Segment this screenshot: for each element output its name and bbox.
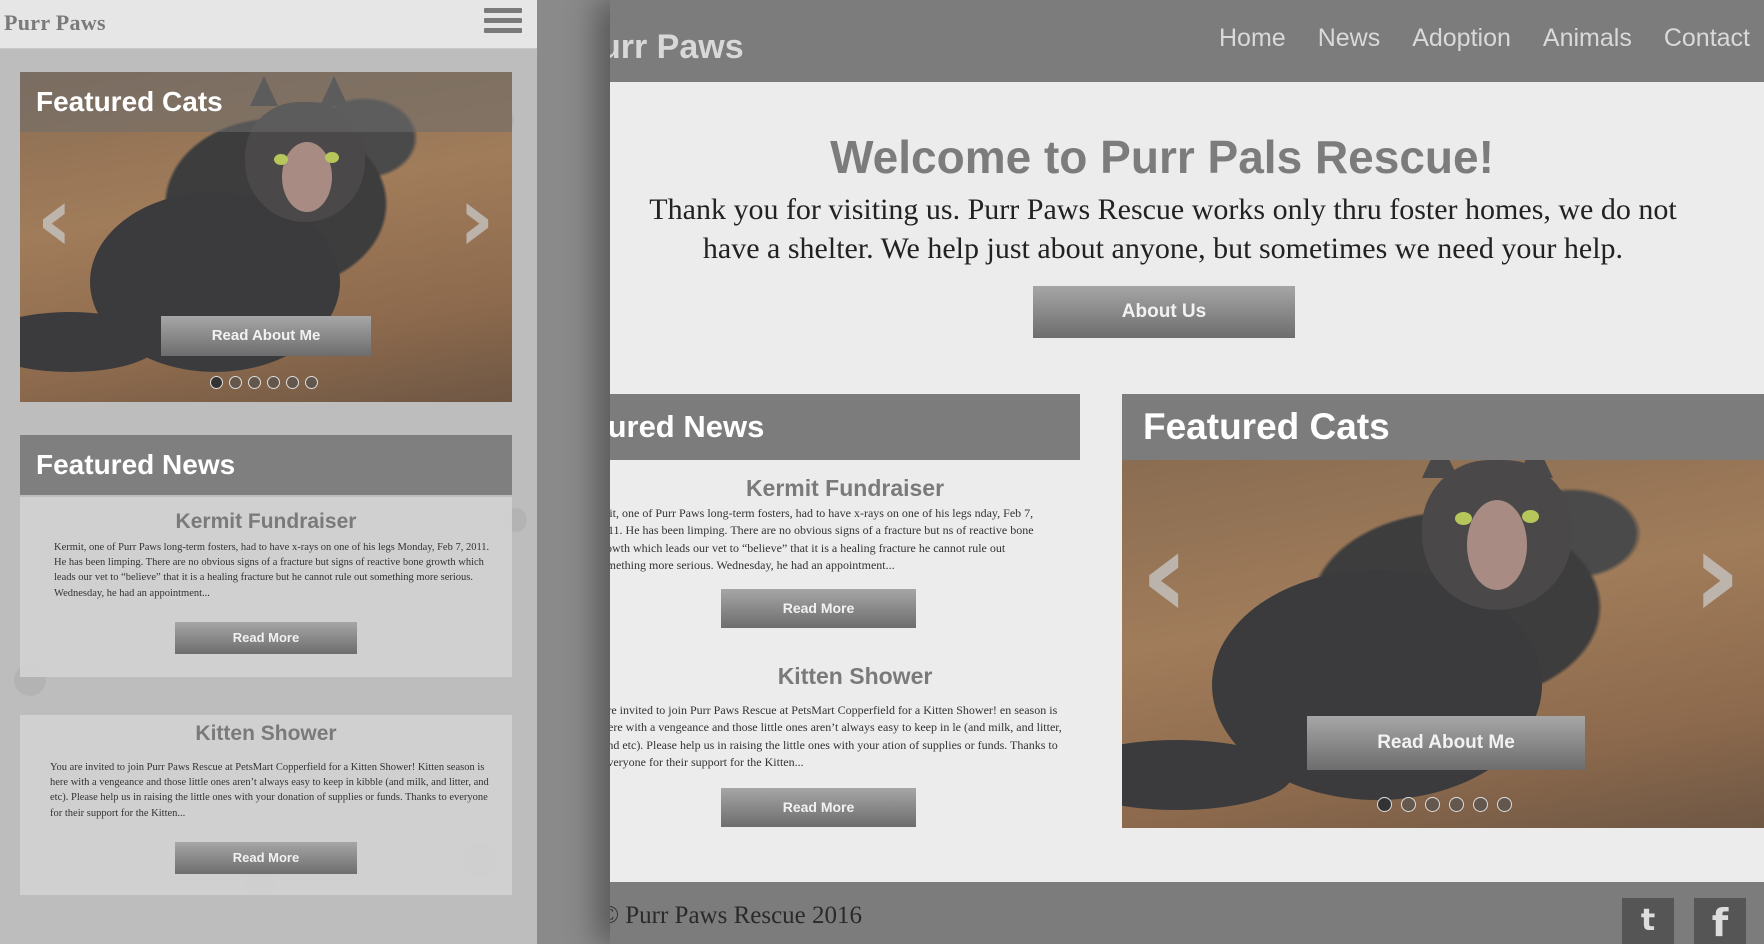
desktop-logo[interactable]: urr Paws xyxy=(610,28,744,67)
carousel-next-arrow-icon[interactable]: › xyxy=(1692,506,1741,645)
desktop-header: urr Paws Home News Adoption Animals Cont… xyxy=(610,0,1764,82)
news-excerpt: You are invited to join Purr Paws Rescue… xyxy=(50,762,489,819)
intro-text: Thank you for visiting us. Purr Paws Res… xyxy=(649,193,1677,265)
mobile-news-card: Kermit Fundraiser Kermit, one of Purr Pa… xyxy=(20,497,512,677)
hamburger-menu-icon[interactable] xyxy=(484,8,522,36)
nav-animals[interactable]: Animals xyxy=(1543,24,1632,53)
mobile-cats-title: Featured Cats xyxy=(20,72,512,132)
mobile-news-card: Kitten Shower You are invited to join Pu… xyxy=(20,715,512,895)
carousel-dot[interactable] xyxy=(1425,797,1440,812)
desktop-cats-title: Featured Cats xyxy=(1122,394,1764,460)
read-more-button[interactable]: Read More xyxy=(721,589,916,628)
facebook-icon[interactable]: f xyxy=(1694,898,1746,944)
mobile-header: Purr Paws xyxy=(0,0,537,49)
carousel-dot[interactable] xyxy=(1473,797,1488,812)
carousel-dot[interactable] xyxy=(248,376,261,389)
read-about-me-button[interactable]: Read About Me xyxy=(1307,716,1585,770)
nav-home[interactable]: Home xyxy=(1219,24,1286,53)
carousel-dot[interactable] xyxy=(1377,797,1392,812)
desktop-footer: © Purr Paws Rescue 2016 t f xyxy=(610,882,1764,944)
news-title: Kermit Fundraiser xyxy=(175,510,357,533)
read-about-me-button[interactable]: Read About Me xyxy=(161,316,371,356)
news-excerpt: Kermit, one of Purr Paws long-term foste… xyxy=(54,542,490,599)
read-more-button[interactable]: Read More xyxy=(175,622,357,654)
carousel-dot[interactable] xyxy=(1449,797,1464,812)
read-more-button[interactable]: Read More xyxy=(721,788,916,827)
nav-contact[interactable]: Contact xyxy=(1664,24,1750,53)
news-title: Kitten Shower xyxy=(195,722,337,745)
carousel-prev-arrow-icon[interactable]: ‹ xyxy=(36,167,73,272)
carousel-dot[interactable] xyxy=(210,376,223,389)
carousel-dot[interactable] xyxy=(1401,797,1416,812)
carousel-dot[interactable] xyxy=(229,376,242,389)
carousel-prev-arrow-icon[interactable]: ‹ xyxy=(1140,506,1189,645)
carousel-dot[interactable] xyxy=(1497,797,1512,812)
news-title: Kermit Fundraiser xyxy=(745,475,945,501)
mobile-logo[interactable]: Purr Paws xyxy=(4,10,106,36)
welcome-heading: Welcome to Purr Pals Rescue! xyxy=(830,131,1494,183)
news-excerpt: rmit, one of Purr Paws long-term fosters… xyxy=(610,506,1034,573)
news-excerpt: are invited to join Purr Paws Rescue at … xyxy=(610,703,1062,770)
mobile-mockup: Purr Paws Featured Cats ‹ › Read About M… xyxy=(0,0,537,944)
desktop-mockup: urr Paws Home News Adoption Animals Cont… xyxy=(610,0,1764,944)
main-nav: Home News Adoption Animals Contact xyxy=(1219,24,1750,53)
carousel-dots xyxy=(1377,797,1512,812)
cat-photo xyxy=(1122,460,1764,828)
mobile-news-title: Featured News xyxy=(20,435,512,495)
about-us-button[interactable]: About Us xyxy=(1033,286,1295,338)
nav-news[interactable]: News xyxy=(1318,24,1381,53)
mobile-featured-news-header: Featured News xyxy=(20,435,512,497)
carousel-dots xyxy=(210,376,318,389)
mobile-featured-cats: Featured Cats ‹ › Read About Me xyxy=(20,72,512,402)
carousel-dot[interactable] xyxy=(305,376,318,389)
carousel-dot[interactable] xyxy=(267,376,280,389)
copyright-text: © Purr Paws Rescue 2016 xyxy=(610,902,863,929)
carousel-dot[interactable] xyxy=(286,376,299,389)
news-title: Kitten Shower xyxy=(777,663,933,689)
desktop-featured-cats: Featured Cats ‹ › Read About Me xyxy=(1122,394,1764,828)
desktop-news-title: atured News xyxy=(610,394,1080,460)
read-more-button[interactable]: Read More xyxy=(175,842,357,874)
twitter-icon[interactable]: t xyxy=(1622,898,1674,944)
desktop-news-title-text: atured News xyxy=(610,409,765,444)
nav-adoption[interactable]: Adoption xyxy=(1412,24,1511,53)
carousel-next-arrow-icon[interactable]: › xyxy=(458,167,495,272)
